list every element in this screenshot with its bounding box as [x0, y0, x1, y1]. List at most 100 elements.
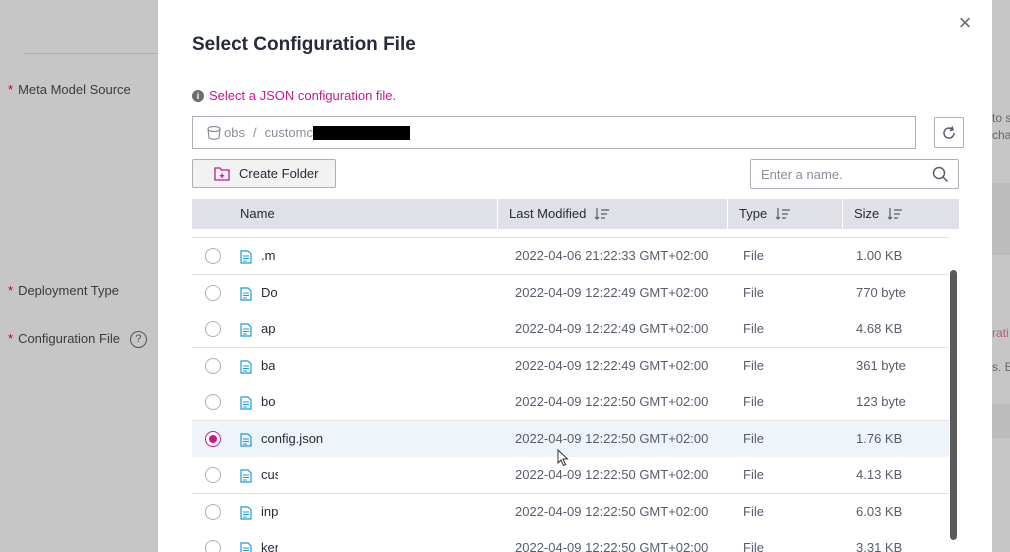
last-modified-cell: 2022-04-09 12:22:50 GMT+02:00	[515, 540, 709, 552]
column-header-name[interactable]: Name	[240, 199, 275, 229]
help-icon[interactable]: ?	[129, 331, 147, 349]
type-cell: File	[743, 357, 764, 373]
new-folder-icon	[214, 166, 230, 181]
table-row[interactable]: ker 2022-04-09 12:22:50 GMT+02:00 File 3.31…	[192, 530, 949, 552]
table-row[interactable]: .m 2022-04-06 21:22:33 GMT+02:00 File 1.00 …	[192, 238, 949, 275]
size-cell: 3.31 KB	[856, 540, 903, 552]
redaction-mask	[278, 530, 458, 552]
sort-icon[interactable]	[594, 207, 610, 221]
table-row[interactable]: cus 2022-04-09 12:22:50 GMT+02:00 File 4.13…	[192, 457, 949, 494]
meta-model-source-text: Meta Model Source	[18, 82, 131, 97]
column-header-size-label: Size	[854, 206, 880, 221]
file-icon	[240, 469, 252, 483]
type-cell: File	[743, 503, 764, 519]
file-icon	[240, 323, 252, 337]
mouse-cursor-icon	[557, 449, 569, 467]
size-cell: 1.00 KB	[856, 248, 903, 263]
required-marker: *	[8, 331, 14, 346]
file-icon	[240, 250, 252, 264]
row-radio-button[interactable]	[205, 430, 221, 447]
column-divider	[842, 199, 843, 229]
column-header-size[interactable]: Size	[854, 199, 903, 229]
file-name: ap	[261, 321, 276, 336]
create-folder-button[interactable]: Create Folder	[192, 159, 336, 188]
last-modified-cell: 2022-04-09 12:22:50 GMT+02:00	[515, 430, 709, 446]
close-icon[interactable]: ×	[956, 12, 974, 34]
table-header: Name Last Modified Type Size	[192, 199, 959, 229]
table-row[interactable]: ap 2022-04-09 12:22:49 GMT+02:00 File 4.68 …	[192, 311, 949, 348]
configuration-file-label: * Configuration File?	[8, 331, 147, 349]
select-config-file-dialog: Select Configuration File × i Select a J…	[158, 0, 992, 552]
path-segment[interactable]: customc	[265, 125, 313, 140]
file-name: ba	[261, 357, 276, 373]
type-cell: File	[743, 321, 764, 336]
required-marker: *	[8, 283, 14, 298]
file-icon	[240, 359, 252, 374]
last-modified-cell: 2022-04-09 12:22:50 GMT+02:00	[515, 394, 709, 409]
file-name: .m	[261, 248, 276, 263]
configuration-file-text: Configuration File	[18, 331, 120, 346]
column-header-last-modified[interactable]: Last Modified	[509, 199, 610, 229]
row-radio-button[interactable]	[205, 540, 221, 552]
size-cell: 4.68 KB	[856, 321, 903, 336]
table-row[interactable]: bo 2022-04-09 12:22:50 GMT+02:00 File 123 b…	[192, 384, 949, 421]
size-cell: 4.13 KB	[856, 467, 903, 482]
deployment-type-label: * Deployment Type	[8, 283, 119, 298]
file-icon	[240, 542, 252, 552]
background-panel	[992, 404, 1010, 438]
row-radio-button[interactable]	[205, 321, 221, 337]
path-root[interactable]: obs	[224, 125, 245, 140]
column-header-type[interactable]: Type	[739, 199, 791, 229]
background-panel	[992, 183, 1010, 255]
row-radio-button[interactable]	[205, 467, 221, 483]
file-icon	[240, 505, 252, 520]
column-header-type-label: Type	[739, 206, 768, 221]
hint-message: i Select a JSON configuration file.	[192, 88, 396, 103]
table-row[interactable]: ba 2022-04-09 12:22:49 GMT+02:00 File 361 b…	[192, 347, 949, 385]
search-icon[interactable]	[932, 166, 949, 183]
column-header-name-label: Name	[240, 206, 275, 221]
path-separator: /	[252, 125, 257, 140]
row-radio-button[interactable]	[205, 357, 221, 374]
row-radio-button[interactable]	[205, 503, 221, 520]
row-radio-button[interactable]	[205, 284, 221, 301]
search-box	[750, 159, 959, 189]
path-breadcrumb[interactable]: obs / customc	[192, 116, 916, 149]
redaction-mask	[278, 311, 458, 347]
type-cell: File	[743, 248, 764, 263]
create-folder-label: Create Folder	[239, 166, 319, 181]
column-divider	[727, 199, 728, 229]
info-icon: i	[192, 89, 204, 102]
refresh-button[interactable]	[934, 117, 964, 148]
column-divider	[497, 199, 498, 229]
redaction-mask	[278, 274, 458, 311]
file-icon	[240, 286, 252, 301]
file-table-body: .m 2022-04-06 21:22:33 GMT+02:00 File 1.00 …	[192, 237, 949, 552]
size-cell: 123 byte	[856, 394, 906, 409]
size-cell: 770 byte	[856, 284, 906, 300]
table-row[interactable]: config.json 2022-04-09 12:22:50 GMT+02:00…	[192, 420, 949, 458]
last-modified-cell: 2022-04-09 12:22:50 GMT+02:00	[515, 503, 709, 519]
sort-icon[interactable]	[887, 207, 903, 221]
size-cell: 6.03 KB	[856, 503, 903, 519]
sort-icon[interactable]	[775, 207, 791, 221]
last-modified-cell: 2022-04-09 12:22:49 GMT+02:00	[515, 321, 709, 336]
type-cell: File	[743, 394, 764, 409]
dialog-title: Select Configuration File	[192, 34, 416, 55]
scrollbar[interactable]	[950, 270, 957, 540]
redaction-mask	[278, 384, 458, 420]
file-name: config.json	[261, 430, 324, 446]
row-radio-button[interactable]	[205, 394, 221, 410]
refresh-icon	[943, 125, 955, 139]
row-radio-button[interactable]	[205, 248, 221, 264]
redaction-bar	[313, 125, 410, 140]
file-name: ker	[261, 540, 280, 552]
file-name: inp	[261, 503, 279, 519]
background-divider	[24, 53, 158, 54]
table-row[interactable]: Do 2022-04-09 12:22:49 GMT+02:00 File 770 b…	[192, 274, 949, 312]
search-input[interactable]	[751, 166, 921, 182]
meta-model-source-label: * Meta Model Source	[8, 82, 131, 97]
file-name: Do	[261, 284, 278, 300]
table-row[interactable]: inp 2022-04-09 12:22:50 GMT+02:00 File 6.03…	[192, 493, 949, 531]
redaction-mask	[278, 347, 458, 384]
